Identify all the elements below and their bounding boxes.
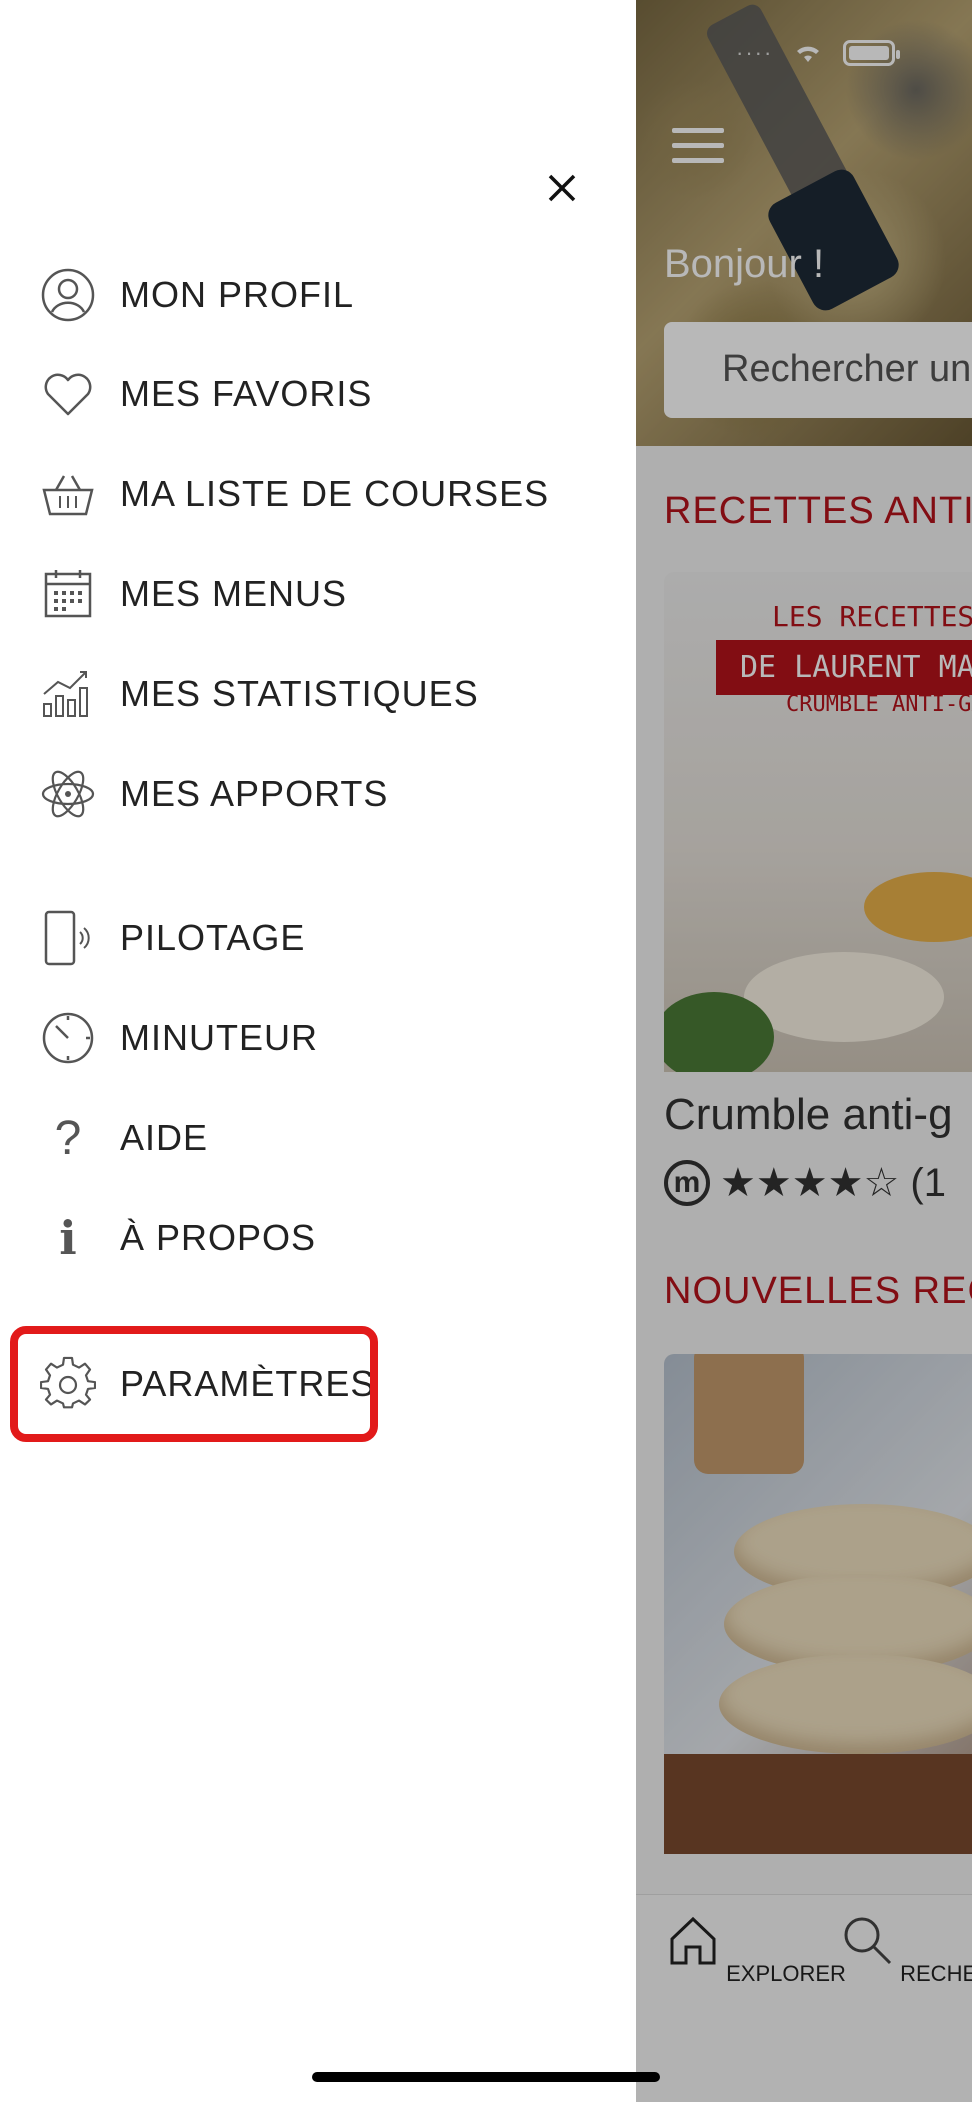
heart-icon xyxy=(40,366,96,422)
section-title-nouvelles: NOUVELLES REC xyxy=(664,1270,972,1312)
calendar-icon xyxy=(40,566,96,622)
promo-subtext: CRUMBLE ANTI-GASPI xyxy=(786,692,972,717)
battery-icon xyxy=(843,40,901,66)
atom-icon xyxy=(40,766,96,822)
menu-label: MES STATISTIQUES xyxy=(120,673,479,714)
menu-label: MINUTEUR xyxy=(120,1017,318,1058)
recipe-rating: m ★★★★☆ (1 xyxy=(664,1160,946,1206)
recipe-title[interactable]: Crumble anti-g xyxy=(664,1090,953,1140)
menu-item-timer[interactable]: MINUTEUR xyxy=(40,1006,318,1070)
menu-item-intakes[interactable]: MES APPORTS xyxy=(40,762,388,826)
phone-icon xyxy=(40,910,96,966)
rating-stars: ★★★★☆ (1 xyxy=(720,1161,946,1205)
hamburger-menu-icon[interactable] xyxy=(672,128,724,166)
tab-explorer[interactable]: EXPLORER xyxy=(666,1913,846,1987)
help-icon: ? xyxy=(54,1111,82,1165)
brand-badge-icon: m xyxy=(664,1160,710,1206)
promo-banner: DE LAURENT MARIO xyxy=(716,640,972,695)
close-icon xyxy=(548,174,576,202)
menu-item-statistics[interactable]: MES STATISTIQUES xyxy=(40,662,479,726)
greeting-text: Bonjour ! xyxy=(664,242,825,286)
menu-item-favorites[interactable]: MES FAVORIS xyxy=(40,362,372,426)
search-icon xyxy=(844,1917,892,1965)
menu-label: AIDE xyxy=(120,1117,209,1158)
menu-label: MES MENUS xyxy=(120,573,348,614)
menu-item-pilotage[interactable]: PILOTAGE xyxy=(40,906,305,970)
settings-highlight-box xyxy=(10,1326,378,1442)
home-icon xyxy=(670,1916,716,1965)
wifi-icon xyxy=(797,46,820,62)
tab-explorer-label: EXPLORER xyxy=(726,1961,846,1986)
navigation-drawer: MON PROFIL MES FAVORIS MA LISTE DE COURS… xyxy=(0,0,636,2102)
user-icon xyxy=(40,267,96,323)
stats-icon xyxy=(40,666,96,722)
info-icon: i xyxy=(59,1211,77,1265)
menu-item-profile[interactable]: MON PROFIL xyxy=(40,263,354,327)
menu-item-about[interactable]: i À PROPOS xyxy=(40,1206,316,1270)
tab-recherche[interactable]: RECHERCHE xyxy=(840,1913,972,1987)
app-background: ···· Bonjour ! Rechercher un RECETTES AN… xyxy=(636,0,972,2102)
menu-label: MES FAVORIS xyxy=(120,373,373,414)
menu-label: MES APPORTS xyxy=(120,773,389,814)
signal-icon: ···· xyxy=(736,40,774,65)
close-button[interactable] xyxy=(538,164,586,212)
basket-icon xyxy=(40,466,96,522)
menu-label: MA LISTE DE COURSES xyxy=(120,473,550,514)
menu-label: À PROPOS xyxy=(120,1217,317,1258)
recipe-card[interactable]: LES RECETTES DE LAURENT MARIO CRUMBLE AN… xyxy=(664,572,972,1072)
menu-item-menus[interactable]: MES MENUS xyxy=(40,562,347,626)
menu-item-shopping-list[interactable]: MA LISTE DE COURSES xyxy=(40,462,549,526)
recipe-card-2[interactable] xyxy=(664,1354,972,1854)
section-title-anti-gaspi: RECETTES ANTI-G xyxy=(664,490,972,532)
menu-item-help[interactable]: ? AIDE xyxy=(40,1106,208,1170)
menu-label: PILOTAGE xyxy=(120,917,306,958)
status-bar: ···· xyxy=(736,40,901,66)
promo-text: LES RECETTES xyxy=(772,600,972,633)
home-indicator[interactable] xyxy=(312,2072,660,2082)
search-input[interactable]: Rechercher un xyxy=(664,322,972,418)
tab-recherche-label: RECHERCHE xyxy=(900,1961,972,1986)
menu-label: MON PROFIL xyxy=(120,274,355,315)
timer-icon xyxy=(40,1010,96,1066)
bottom-tab-bar: EXPLORER RECHERCHE xyxy=(636,1894,972,2102)
